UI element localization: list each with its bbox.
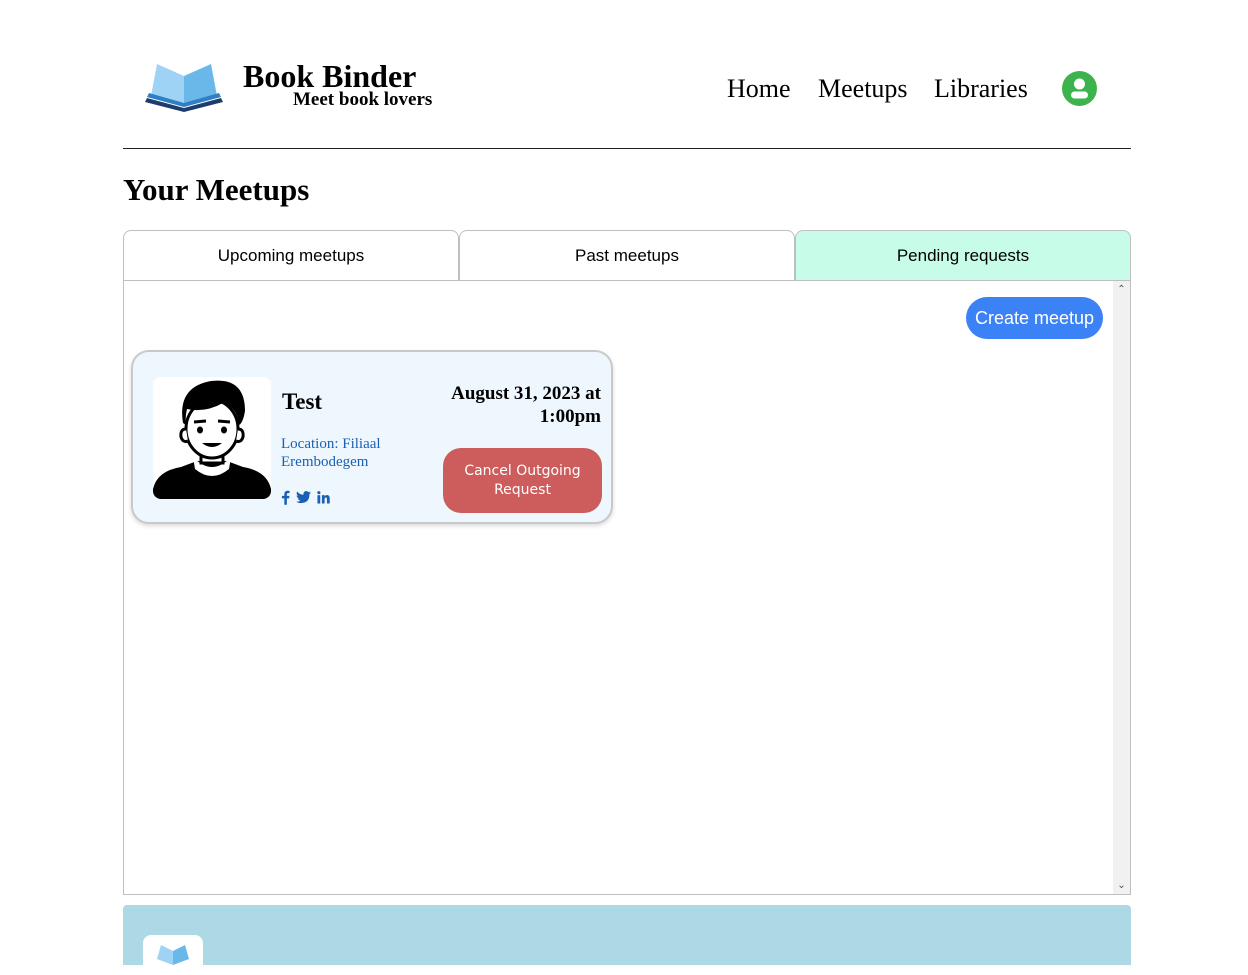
cancel-outgoing-request-button[interactable]: Cancel Outgoing Request xyxy=(443,448,602,513)
create-meetup-button[interactable]: Create meetup xyxy=(966,297,1103,339)
tab-past-meetups[interactable]: Past meetups xyxy=(459,230,795,281)
nav-home-link[interactable]: Home xyxy=(727,72,791,106)
tab-pending-requests[interactable]: Pending requests xyxy=(795,230,1131,281)
meetup-location: Location: Filiaal Erembodegem xyxy=(281,436,381,470)
user-avatar-icon xyxy=(153,380,271,499)
meetup-card: Test Location: Filiaal Erembodegem Augus… xyxy=(131,350,613,524)
tab-upcoming-meetups[interactable]: Upcoming meetups xyxy=(123,230,459,281)
footer-logo-icon xyxy=(143,935,203,975)
site-footer xyxy=(123,905,1131,975)
account-button[interactable] xyxy=(1062,71,1097,106)
meetup-name: Test xyxy=(282,389,323,414)
brand-subtitle: Meet book lovers xyxy=(293,89,433,110)
user-account-icon xyxy=(1071,78,1088,99)
meetups-panel: Create meetup Test Location: Filiaal Ere… xyxy=(123,280,1131,895)
open-book-icon[interactable] xyxy=(143,56,225,114)
scroll-down-arrow-icon[interactable]: ⌄ xyxy=(1113,877,1130,894)
site-header: Book Binder Meet book lovers Home Meetup… xyxy=(123,0,1131,149)
nav-libraries-link[interactable]: Libraries xyxy=(934,72,1028,106)
avatar xyxy=(153,377,271,499)
social-links xyxy=(281,490,330,510)
facebook-icon[interactable] xyxy=(281,490,290,510)
linkedin-icon[interactable] xyxy=(317,491,330,509)
scroll-up-arrow-icon[interactable]: ⌃ xyxy=(1113,281,1130,298)
page-title: Your Meetups xyxy=(123,172,310,207)
meetup-date: August 31, 2023 at 1:00pm xyxy=(451,383,601,427)
nav-meetups-link[interactable]: Meetups xyxy=(818,72,908,106)
meetup-tabs: Upcoming meetups Past meetups Pending re… xyxy=(123,230,1131,281)
panel-scrollbar[interactable]: ⌃ ⌄ xyxy=(1113,281,1130,894)
twitter-icon[interactable] xyxy=(296,491,311,509)
